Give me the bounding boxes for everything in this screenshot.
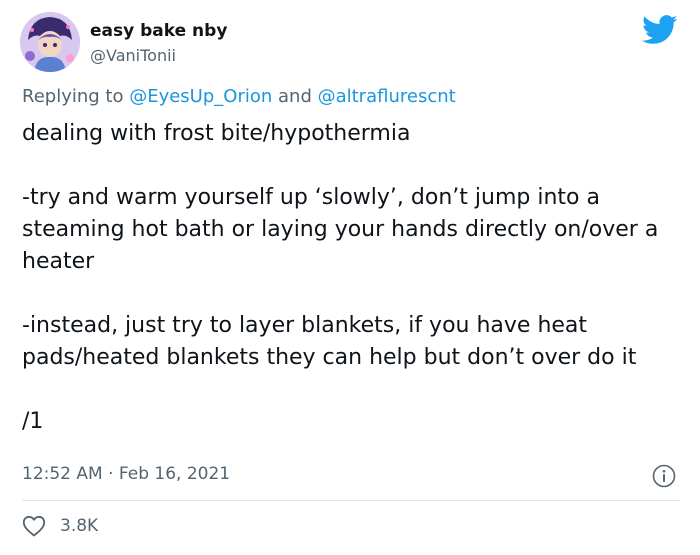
twitter-bird-icon[interactable] (642, 15, 678, 45)
replying-to-line: Replying to @EyesUp_Orion and @altraflur… (22, 86, 456, 107)
reply-mention-link[interactable]: @EyesUp_Orion (129, 86, 272, 107)
replying-to-label: Replying to (22, 86, 130, 107)
heart-icon (22, 515, 46, 537)
like-button[interactable]: 3.8K (22, 513, 98, 539)
info-icon[interactable] (651, 463, 677, 489)
tweet-card: easy bake nby @VaniTonii Replying to @Ey… (0, 0, 700, 555)
user-handle[interactable]: @VaniTonii (90, 46, 176, 65)
tweet-paragraph: -try and warm yourself up ‘slowly’, don’… (22, 185, 659, 274)
tweet-paragraph: /1 (22, 409, 44, 434)
tweet-paragraph: -instead, just try to layer blankets, if… (22, 313, 637, 370)
timestamp-separator: · (102, 464, 119, 484)
display-name[interactable]: easy bake nby (90, 21, 227, 41)
replying-and-text: and (272, 86, 318, 107)
tweet-paragraph: dealing with frost bite/hypothermia (22, 121, 411, 146)
tweet-date: Feb 16, 2021 (118, 464, 231, 484)
divider (22, 500, 680, 501)
tweet-text: dealing with frost bite/hypothermia -try… (22, 118, 682, 438)
reply-mention-link[interactable]: @altraflurescnt (318, 86, 456, 107)
like-count: 3.8K (60, 516, 99, 536)
tweet-time: 12:52 AM (22, 464, 103, 484)
tweet-timestamp[interactable]: 12:52 AM · Feb 16, 2021 (22, 464, 230, 484)
avatar[interactable] (20, 12, 80, 72)
